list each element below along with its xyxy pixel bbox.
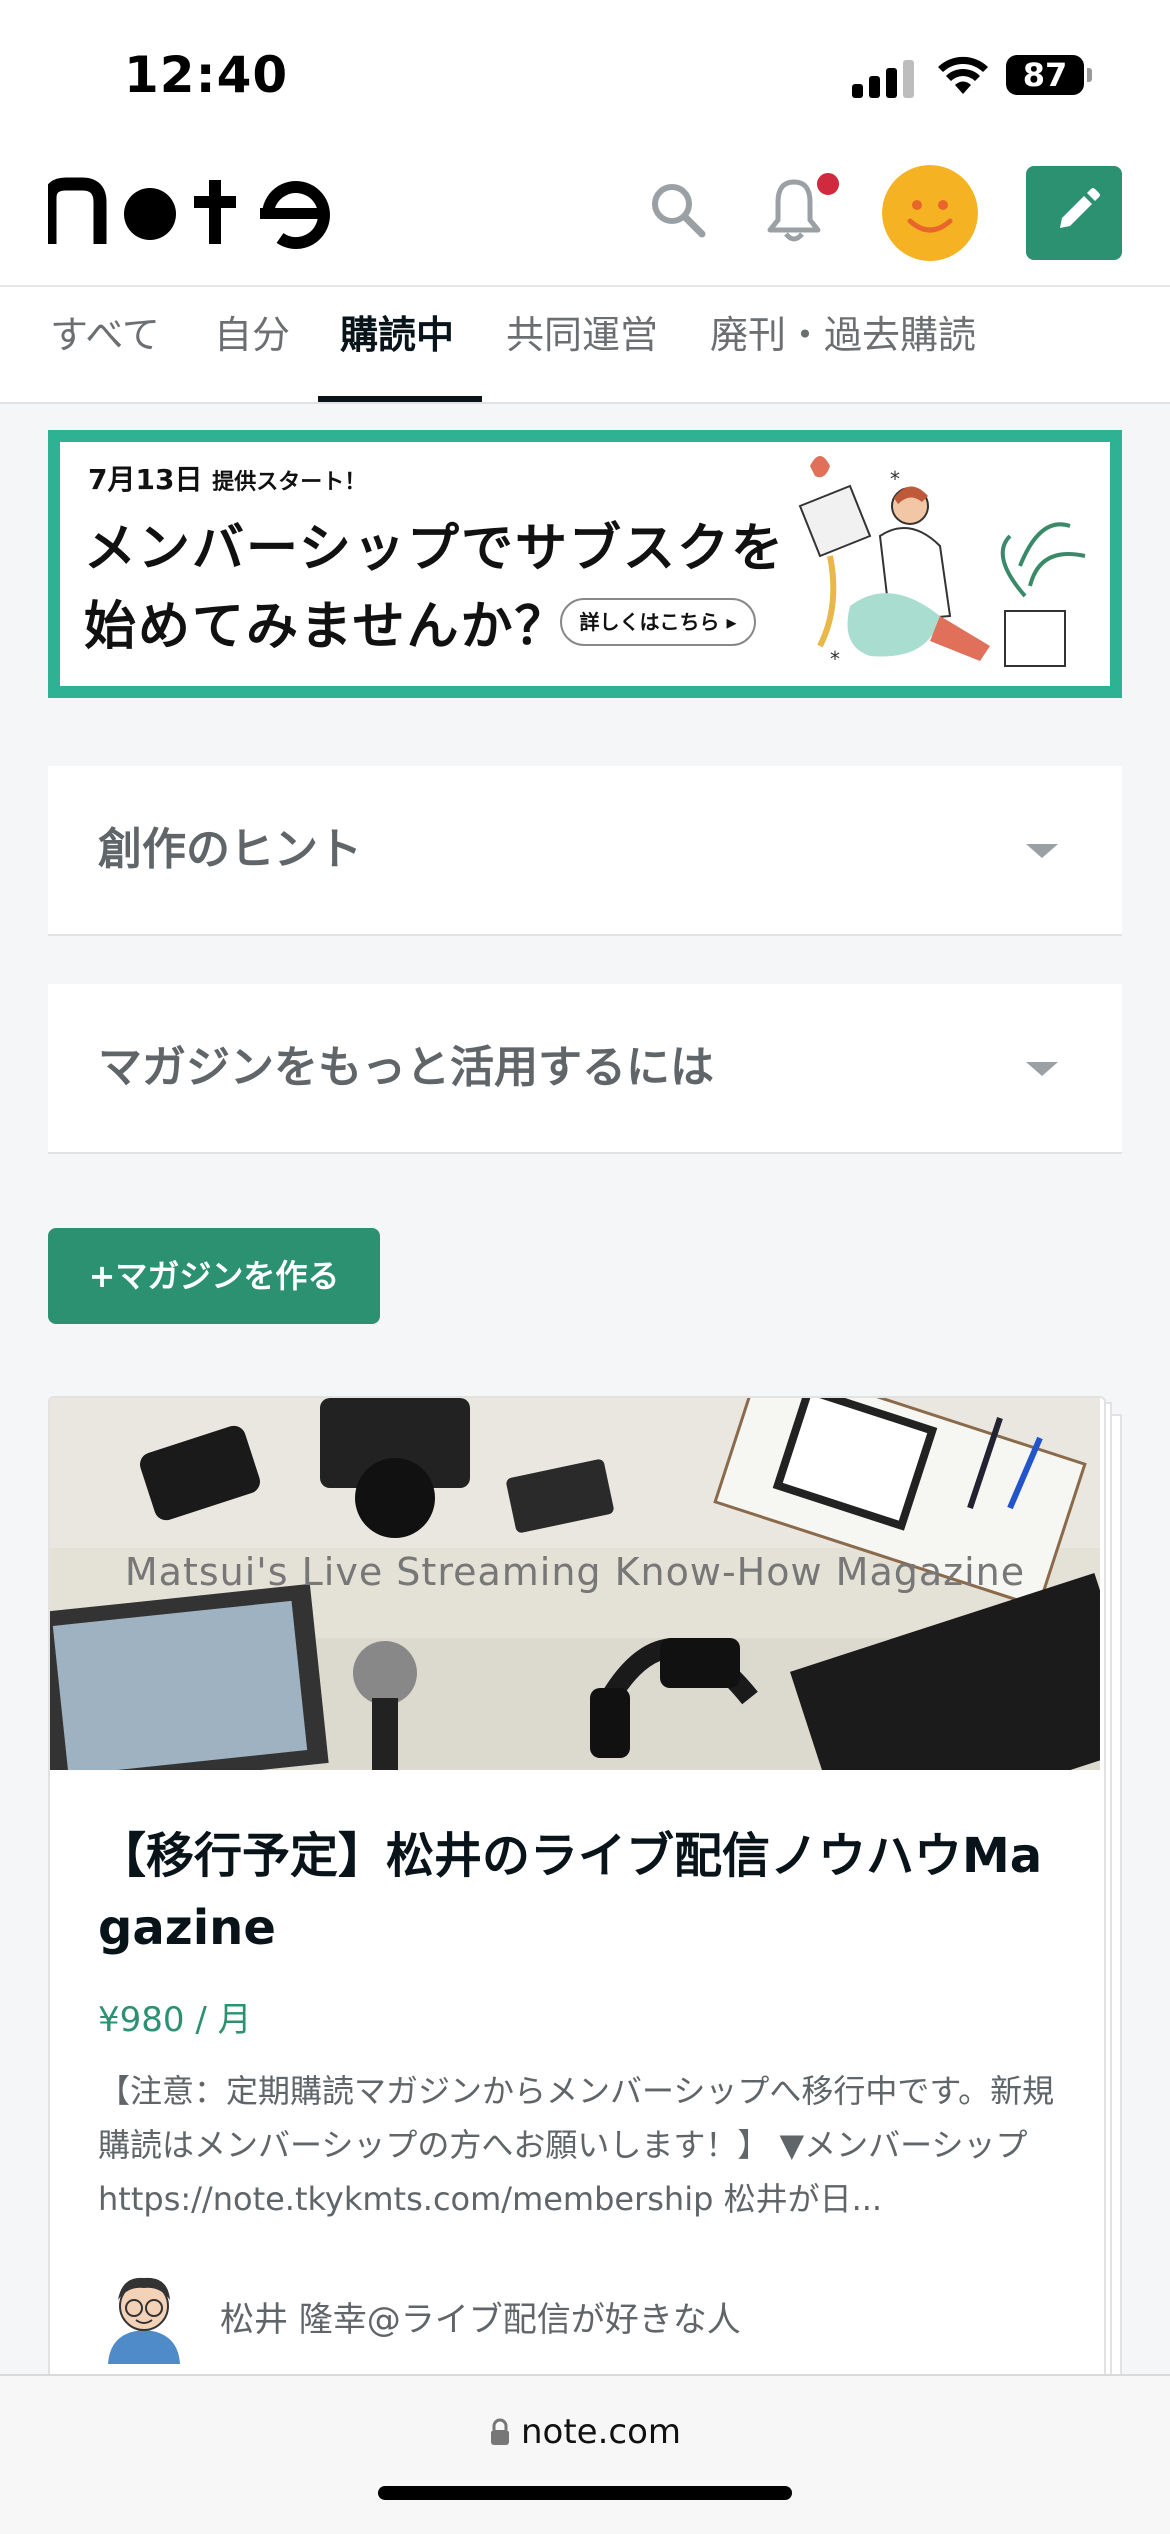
svg-text:note: note xyxy=(48,162,51,163)
notification-badge xyxy=(814,170,842,198)
banner-date-suffix: 提供スタート！ xyxy=(212,470,367,495)
magazine-description: 【注意：定期購読マガジンからメンバーシップへ移行中です。新規購読はメンバーシップ… xyxy=(98,2072,1055,2218)
banner-date: 7月13日 提供スタート！ xyxy=(88,458,366,498)
lock-icon xyxy=(490,2418,509,2445)
tab-co-managed[interactable]: 共同運営 xyxy=(506,287,658,402)
tab-bar: すべて 自分 購読中 共同運営 廃刊・過去購読 xyxy=(0,287,1170,404)
note-logo[interactable]: note xyxy=(48,162,348,262)
pencil-icon xyxy=(1060,188,1100,228)
svg-text:*: * xyxy=(890,467,900,491)
search-icon[interactable] xyxy=(648,180,708,240)
home-indicator[interactable] xyxy=(378,2486,792,2500)
accordion-magazine-usage[interactable]: マガジンをもっと活用するには xyxy=(48,984,1122,1154)
avatar[interactable] xyxy=(882,165,978,261)
author-name[interactable]: 松井 隆幸@ライブ配信が好きな人 xyxy=(220,2292,741,2341)
author-avatar[interactable] xyxy=(100,2268,188,2364)
magazine-cover-image[interactable]: Matsui's Live Streaming Know-How Magazin… xyxy=(50,1398,1100,1770)
chevron-down-icon xyxy=(1026,1062,1058,1076)
active-tab-indicator xyxy=(318,396,482,402)
tab-discontinued[interactable]: 廃刊・過去購読 xyxy=(710,287,976,402)
new-post-button[interactable] xyxy=(1026,166,1122,260)
cellular-signal-icon xyxy=(852,58,916,98)
svg-text:*: * xyxy=(830,647,840,671)
banner-date-value: 7月13日 xyxy=(88,463,203,496)
battery-icon: 87 xyxy=(1006,55,1084,95)
create-magazine-button[interactable]: +マガジンを作る xyxy=(48,1228,380,1324)
magazine-price: ¥980 / 月 xyxy=(98,2000,252,2040)
cover-title: Matsui's Live Streaming Know-How Magazin… xyxy=(124,1550,1026,1594)
banner-headline-2: 始めてみませんか？ xyxy=(84,597,569,657)
accordion-label: 創作のヒント xyxy=(98,824,362,875)
wifi-icon xyxy=(938,56,988,94)
tab-subscribed[interactable]: 購読中 xyxy=(340,287,454,402)
url-text: note.com xyxy=(520,2412,682,2452)
magazine-title[interactable]: 【移行予定】松井のライブ配信ノウハウMagazine xyxy=(98,1820,1058,1964)
accordion-creative-tips[interactable]: 創作のヒント xyxy=(48,766,1122,936)
browser-bottom-bar xyxy=(0,2374,1170,2534)
url-bar[interactable]: note.com xyxy=(0,2412,1170,2452)
banner-details-button[interactable]: 詳しくはこちら ▸ xyxy=(560,598,756,646)
battery-cap xyxy=(1087,68,1092,82)
tab-mine[interactable]: 自分 xyxy=(214,287,290,402)
status-time: 12:40 xyxy=(124,46,289,104)
banner-illustration: * * xyxy=(798,456,1086,671)
banner-headline-1: メンバーシップでサブスクを xyxy=(84,519,785,579)
accordion-label: マガジンをもっと活用するには xyxy=(98,1042,714,1093)
tab-all[interactable]: すべて xyxy=(50,287,160,402)
chevron-down-icon xyxy=(1026,844,1058,858)
